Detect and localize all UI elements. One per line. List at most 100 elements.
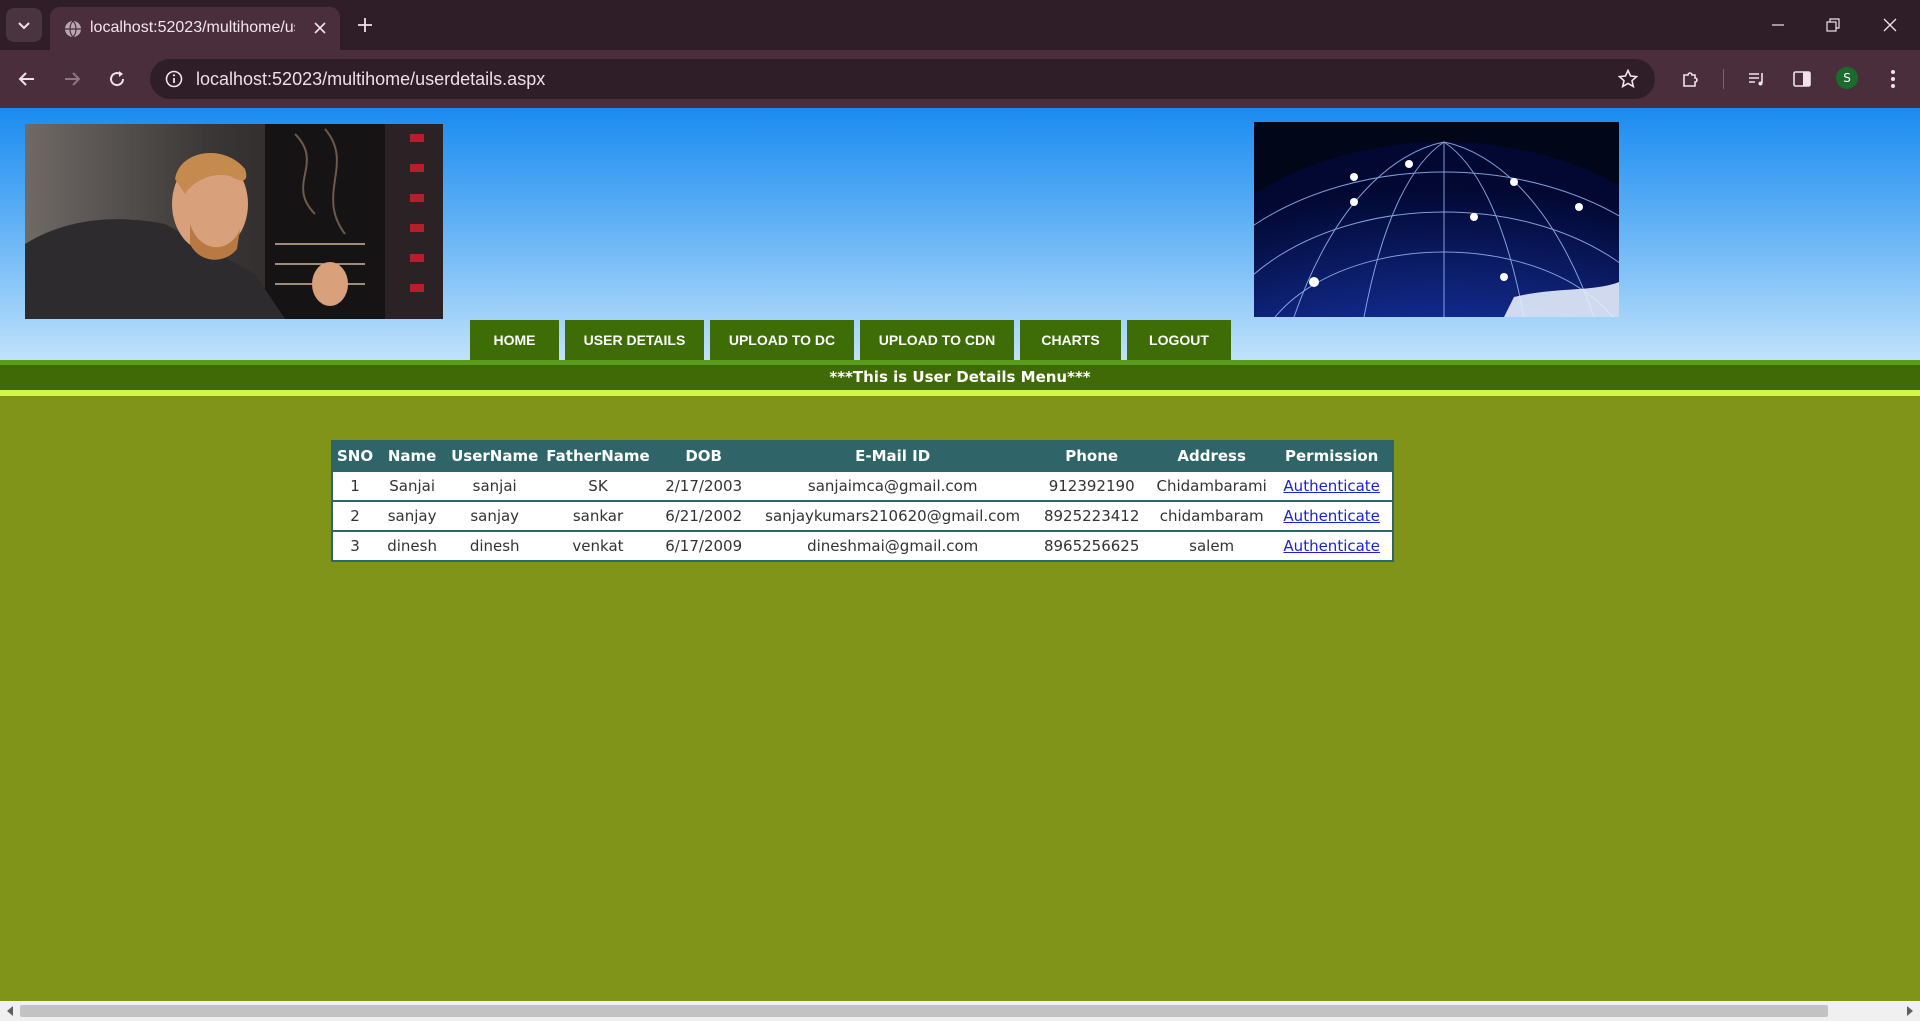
side-panel-button[interactable]	[1786, 63, 1818, 95]
browser-menu-button[interactable]	[1877, 63, 1909, 95]
column-header-username: UserName	[447, 442, 543, 471]
tab-title: localhost:52023/multihome/userdetails.as…	[90, 19, 295, 36]
column-header-email: E-Mail ID	[753, 442, 1032, 471]
cell-address: Chidambarami	[1151, 470, 1272, 501]
restore-button[interactable]	[1815, 10, 1851, 40]
menu-logout[interactable]: LOGOUT	[1127, 320, 1231, 360]
arrow-left-icon	[18, 72, 34, 86]
user-details-grid: SNO Name UserName FatherName DOB E-Mail …	[331, 440, 1394, 562]
close-tab-button[interactable]	[310, 18, 330, 38]
cell-phone: 912392190	[1031, 470, 1152, 501]
section-title: ***This is User Details Menu***	[0, 365, 1920, 390]
column-header-sno: SNO	[333, 442, 378, 471]
new-tab-button[interactable]	[352, 12, 378, 38]
table-row: 1 Sanjai sanjai SK 2/17/2003 sanjaimca@g…	[333, 470, 1392, 501]
caret-left-icon	[7, 1006, 13, 1016]
cell-name: Sanjai	[377, 470, 448, 501]
reload-icon	[110, 71, 125, 87]
cell-permission: Authenticate	[1271, 470, 1392, 501]
cell-username: sanjay	[447, 500, 543, 531]
active-tab[interactable]: localhost:52023/multihome/userdetails.as…	[50, 7, 340, 50]
table-header-row: SNO Name UserName FatherName DOB E-Mail …	[333, 442, 1392, 471]
cell-sno: 2	[333, 500, 378, 531]
column-header-address: Address	[1151, 442, 1272, 471]
cell-fathername: sankar	[542, 500, 654, 531]
minimize-button[interactable]	[1760, 10, 1796, 40]
cell-phone: 8965256625	[1031, 530, 1152, 560]
cell-dob: 6/17/2009	[653, 530, 754, 560]
profile-avatar[interactable]: S	[1836, 67, 1858, 89]
authenticate-link[interactable]: Authenticate	[1283, 477, 1380, 495]
extensions-button[interactable]	[1675, 63, 1707, 95]
menu-user-details[interactable]: USER DETAILS	[565, 320, 704, 360]
plus-icon	[358, 18, 372, 32]
star-icon	[1618, 69, 1638, 89]
horizontal-scrollbar[interactable]	[0, 1001, 1920, 1021]
cell-phone: 8925223412	[1031, 500, 1152, 531]
globe-network-image	[1254, 122, 1619, 317]
more-vertical-icon	[1891, 70, 1895, 88]
close-window-button[interactable]	[1872, 10, 1908, 40]
reload-button[interactable]	[101, 63, 133, 95]
address-bar[interactable]: localhost:52023/multihome/userdetails.as…	[150, 59, 1655, 99]
toolbar-separator	[1723, 69, 1724, 89]
scroll-left-arrow[interactable]	[3, 1004, 17, 1018]
forward-button[interactable]	[56, 63, 88, 95]
media-controls-button[interactable]	[1741, 63, 1773, 95]
cell-permission: Authenticate	[1271, 530, 1392, 560]
column-header-permission: Permission	[1271, 442, 1392, 471]
table-row: 2 sanjay sanjay sankar 6/21/2002 sanjayk…	[333, 500, 1392, 531]
chevron-down-icon	[18, 22, 30, 30]
cell-address: chidambaram	[1151, 500, 1272, 531]
tune-icon	[165, 70, 183, 88]
column-header-phone: Phone	[1031, 442, 1152, 471]
caret-right-icon	[1907, 1006, 1913, 1016]
cell-name: dinesh	[377, 530, 448, 560]
cell-sno: 1	[333, 470, 378, 501]
cell-permission: Authenticate	[1271, 500, 1392, 531]
title-divider	[0, 390, 1920, 396]
column-header-dob: DOB	[653, 442, 754, 471]
cell-sno: 3	[333, 530, 378, 560]
globe-icon	[65, 20, 81, 38]
cell-email: sanjaykumars210620@gmail.com	[753, 500, 1032, 531]
restore-icon	[1826, 18, 1840, 32]
cell-email: sanjaimca@gmail.com	[753, 470, 1032, 501]
cell-username: sanjai	[447, 470, 543, 501]
cell-name: sanjay	[377, 500, 448, 531]
main-menu: HOME USER DETAILS UPLOAD TO DC UPLOAD TO…	[470, 320, 1231, 360]
site-header: HOME USER DETAILS UPLOAD TO DC UPLOAD TO…	[0, 108, 1920, 360]
puzzle-icon	[1683, 72, 1698, 87]
tab-strip: localhost:52023/multihome/userdetails.as…	[0, 0, 1920, 50]
playlist-icon	[1749, 73, 1763, 86]
scroll-right-arrow[interactable]	[1903, 1004, 1917, 1018]
cell-dob: 2/17/2003	[653, 470, 754, 501]
close-icon	[314, 22, 326, 34]
column-header-name: Name	[377, 442, 448, 471]
cell-email: dineshmai@gmail.com	[753, 530, 1032, 560]
cell-address: salem	[1151, 530, 1272, 560]
minimize-icon	[1772, 24, 1784, 26]
table-row: 3 dinesh dinesh venkat 6/17/2009 dineshm…	[333, 530, 1392, 560]
close-icon	[1883, 18, 1897, 32]
browser-toolbar: localhost:52023/multihome/userdetails.as…	[0, 50, 1920, 108]
arrow-right-icon	[65, 72, 81, 86]
back-button[interactable]	[11, 63, 43, 95]
authenticate-link[interactable]: Authenticate	[1283, 507, 1380, 525]
tab-search-button[interactable]	[6, 8, 42, 42]
bookmark-button[interactable]	[1615, 66, 1641, 92]
technician-server-image	[25, 124, 443, 319]
scrollbar-thumb[interactable]	[20, 1005, 1828, 1017]
side-panel-icon	[1793, 71, 1811, 87]
page-viewport: HOME USER DETAILS UPLOAD TO DC UPLOAD TO…	[0, 108, 1920, 1001]
cell-dob: 6/21/2002	[653, 500, 754, 531]
cell-fathername: venkat	[542, 530, 654, 560]
site-info-button[interactable]	[160, 65, 188, 93]
menu-upload-to-dc[interactable]: UPLOAD TO DC	[710, 320, 854, 360]
menu-home[interactable]: HOME	[470, 320, 559, 360]
authenticate-link[interactable]: Authenticate	[1283, 537, 1380, 555]
menu-charts[interactable]: CHARTS	[1020, 320, 1121, 360]
menu-upload-to-cdn[interactable]: UPLOAD TO CDN	[860, 320, 1014, 360]
cell-username: dinesh	[447, 530, 543, 560]
column-header-fathername: FatherName	[542, 442, 654, 471]
